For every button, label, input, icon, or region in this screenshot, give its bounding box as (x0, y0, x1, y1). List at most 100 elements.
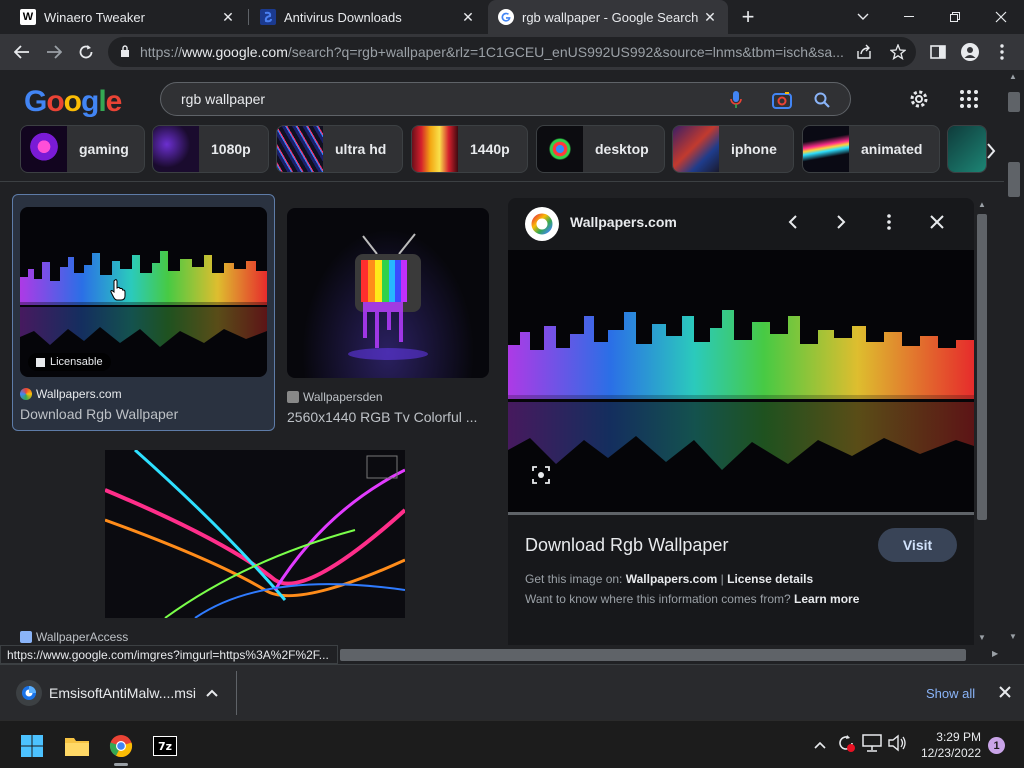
chips-next-chevron-icon[interactable] (978, 134, 1004, 168)
forward-arrow-icon[interactable] (40, 38, 68, 66)
chrome-icon[interactable] (104, 729, 138, 763)
tab-winaero-tweaker[interactable]: W Winaero Tweaker ✕ (10, 0, 246, 34)
chip-ultra-hd[interactable]: ultra hd (276, 125, 403, 173)
browser-menu-kebab-icon[interactable] (988, 38, 1016, 66)
sync-alert-icon[interactable] (836, 733, 856, 758)
result-caption[interactable]: Download Rgb Wallpaper (20, 406, 270, 422)
downloads-divider (236, 671, 237, 715)
chip-label: animated (861, 141, 923, 157)
share-icon[interactable] (856, 44, 872, 63)
get-image-info: Get this image on: Wallpapers.com | Lice… (525, 572, 814, 586)
horizontal-scrollbar[interactable]: ▶ (338, 646, 1004, 664)
page-scroll-thumb[interactable] (1008, 162, 1020, 197)
preview-scrollbar[interactable]: ▲ ▼ (975, 198, 989, 645)
next-chevron-icon[interactable] (831, 212, 851, 237)
preview-source-name[interactable]: Wallpapers.com (570, 214, 677, 230)
tab-search-chevron-icon[interactable] (840, 0, 886, 34)
show-all-downloads-button[interactable]: Show all (914, 681, 987, 705)
url-path: /search?q=rgb+wallpaper&rlz=1C1GCEU_enUS… (287, 44, 844, 60)
scroll-up-arrow-icon[interactable]: ▲ (978, 200, 986, 209)
result-source[interactable]: Wallpapers.com (20, 387, 122, 401)
restore-button[interactable] (932, 0, 978, 34)
bookmark-star-icon[interactable] (889, 43, 907, 63)
msi-file-icon[interactable] (16, 680, 42, 706)
chip-animated[interactable]: animated (802, 125, 940, 173)
lock-icon[interactable] (120, 44, 130, 60)
tab-google-search[interactable]: rgb wallpaper - Google Search ✕ (488, 0, 728, 34)
minimize-button[interactable] (886, 0, 932, 34)
notification-badge[interactable]: 1 (988, 737, 1005, 754)
lens-camera-icon[interactable] (767, 83, 797, 117)
volume-icon[interactable] (887, 734, 907, 757)
close-downloads-icon[interactable] (998, 685, 1012, 704)
sevenzip-icon[interactable]: 7z (148, 729, 182, 763)
visit-button[interactable]: Visit (878, 528, 957, 562)
chip-iphone[interactable]: iphone (672, 125, 794, 173)
result-image[interactable] (105, 450, 405, 618)
result-image[interactable] (287, 208, 489, 378)
result-source[interactable]: Wallpapersden (287, 390, 383, 404)
clock[interactable]: 3:29 PM 12/23/2022 (919, 729, 981, 761)
horizontal-scroll-thumb[interactable] (340, 649, 966, 661)
license-details-link[interactable]: License details (727, 572, 813, 586)
download-filename[interactable]: EmsisoftAntiMalw....msi (49, 685, 196, 701)
image-result[interactable]: WallpaperAccess (20, 450, 405, 645)
clock-time: 3:29 PM (936, 730, 981, 744)
learn-more-link[interactable]: Learn more (794, 592, 859, 606)
search-input[interactable]: rgb wallpaper (160, 82, 851, 116)
preview-title[interactable]: Download Rgb Wallpaper (525, 535, 728, 556)
url-host: www.google.com (182, 44, 288, 60)
chip-gaming[interactable]: gaming (20, 125, 145, 173)
search-icon[interactable] (807, 83, 837, 117)
settings-gear-icon[interactable] (902, 82, 936, 116)
chip-1440p[interactable]: 1440p (411, 125, 528, 173)
result-caption[interactable]: 2560x1440 RGB Tv Colorful ... (287, 409, 492, 425)
page-scrollbar[interactable]: ▲ ▼ (1004, 70, 1024, 645)
result-image[interactable]: Licensable (20, 207, 267, 377)
close-tab-icon[interactable]: ✕ (220, 9, 236, 26)
reload-icon[interactable] (72, 38, 100, 66)
close-window-button[interactable] (978, 0, 1024, 34)
google-logo[interactable]: Google (24, 85, 122, 119)
preview-scroll-thumb[interactable] (977, 214, 987, 520)
more-options-kebab-icon[interactable] (879, 212, 899, 237)
preview-image[interactable] (508, 250, 974, 512)
scroll-down-arrow-icon[interactable]: ▼ (1009, 632, 1017, 641)
download-options-chevron-icon[interactable] (205, 685, 219, 703)
lens-search-icon[interactable] (532, 466, 550, 489)
search-query: rgb wallpaper (181, 91, 266, 107)
close-preview-icon[interactable] (927, 212, 947, 237)
close-tab-icon[interactable]: ✕ (702, 9, 718, 26)
previous-chevron-icon[interactable] (783, 212, 803, 237)
profile-avatar-icon[interactable] (956, 38, 984, 66)
microphone-icon[interactable] (721, 83, 751, 117)
page-scroll-thumb-upper[interactable] (1008, 92, 1020, 112)
chip-thumbnail (673, 126, 719, 172)
chip-1080p[interactable]: 1080p (152, 125, 269, 173)
network-icon[interactable] (862, 734, 882, 757)
google-apps-grid-icon[interactable] (952, 82, 986, 116)
image-result[interactable]: Wallpapersden 2560x1440 RGB Tv Colorful … (287, 208, 492, 433)
show-hidden-icons-chevron-icon[interactable] (813, 737, 827, 755)
chip-label: gaming (79, 141, 129, 157)
wallpapersden-favicon-icon (287, 391, 299, 403)
windows-start-icon[interactable] (15, 729, 49, 763)
image-result-selected[interactable]: Licensable Wallpapers.com Download Rgb W… (12, 194, 275, 431)
close-tab-icon[interactable]: ✕ (460, 9, 476, 26)
file-explorer-icon[interactable] (60, 729, 94, 763)
tab-antivirus-downloads[interactable]: Antivirus Downloads ✕ (250, 0, 486, 34)
scroll-right-arrow-icon[interactable]: ▶ (992, 649, 998, 658)
chip-desktop[interactable]: desktop (536, 125, 665, 173)
new-tab-button[interactable]: + (728, 0, 768, 34)
result-source[interactable]: WallpaperAccess (20, 630, 128, 644)
scroll-up-arrow-icon[interactable]: ▲ (1009, 72, 1017, 81)
side-panel-icon[interactable] (924, 38, 952, 66)
source-link[interactable]: Wallpapers.com (626, 572, 718, 586)
winaero-favicon-icon: W (20, 9, 36, 25)
chip-label: 1080p (211, 141, 251, 157)
preview-divider (508, 512, 974, 515)
antivirus-favicon-icon (260, 9, 276, 25)
scroll-down-arrow-icon[interactable]: ▼ (978, 633, 986, 642)
address-bar[interactable]: https://www.google.com/search?q=rgb+wall… (108, 37, 916, 67)
back-arrow-icon[interactable] (8, 38, 36, 66)
